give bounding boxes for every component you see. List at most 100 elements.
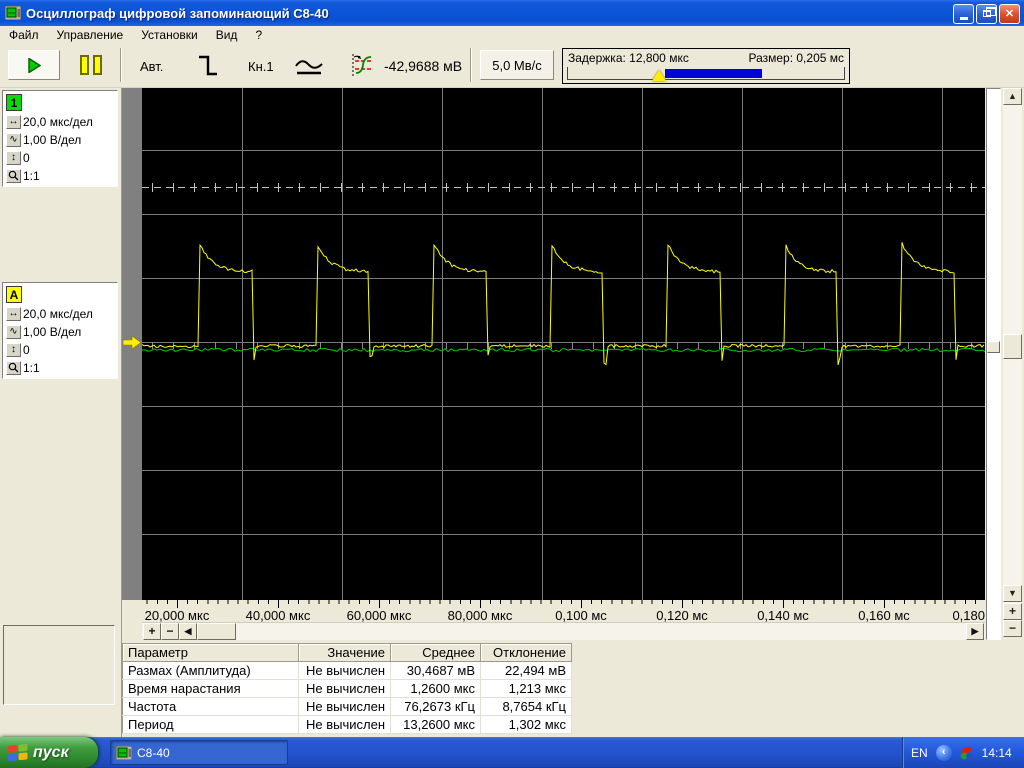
col-deviation: Отклонение — [480, 643, 572, 662]
scroll-up-icon[interactable]: ▲ — [1003, 88, 1022, 105]
param-mean: 76,2673 кГц — [390, 697, 481, 716]
run-button[interactable] — [8, 50, 60, 80]
record-window-bar[interactable] — [665, 69, 762, 78]
menu-settings[interactable]: Установки — [132, 27, 206, 43]
channel-1-timebase: 20,0 мкс/дел — [23, 115, 93, 129]
channel-1-volts: 1,00 В/дел — [23, 133, 82, 147]
param-deviation: 8,7654 кГц — [480, 697, 572, 716]
axis-tick-label: 80,000 мкс — [447, 608, 513, 622]
channel-1-zoom: 1:1 — [23, 169, 40, 183]
window-title: Осциллограф цифровой запоминающий С8-40 — [26, 5, 329, 21]
taskbar: пуск С8-40 EN ‹ 14:14 — [0, 737, 1024, 768]
vertical-zoom-out-button[interactable]: − — [1003, 620, 1022, 637]
axis-tick-label: 40,000 мкс — [245, 608, 311, 622]
table-row: Период Не вычислен 13,2600 мкс 1,302 мкс — [122, 715, 572, 734]
param-value: Не вычислен — [298, 697, 391, 716]
scroll-left-icon[interactable]: ◀ — [179, 623, 197, 640]
vertical-zoom-in-button[interactable]: + — [1003, 603, 1022, 620]
hide-icons-chevron-icon[interactable]: ‹ — [935, 744, 952, 761]
horizontal-scrollbar[interactable]: + − ◀ ▶ — [142, 622, 985, 640]
horizontal-scroll-thumb[interactable] — [197, 623, 236, 640]
vertical-slider-thumb[interactable] — [987, 341, 1000, 353]
channel-a-timebase: 20,0 мкс/дел — [23, 307, 93, 321]
delay-panel: Задержка: 12,800 мкс Размер: 0,205 мс — [562, 48, 850, 84]
offset-icon[interactable]: ↕ — [6, 343, 21, 357]
taskbar-app-button[interactable]: С8-40 — [110, 740, 288, 765]
taskbar-app-label: С8-40 — [137, 745, 170, 760]
param-name: Размах (Амплитуда) — [122, 661, 299, 680]
zoom-icon[interactable] — [6, 169, 21, 183]
menu-view[interactable]: Вид — [207, 27, 247, 43]
scroll-right-icon[interactable]: ▶ — [966, 623, 984, 640]
col-parameter: Параметр — [122, 643, 299, 662]
start-button[interactable]: пуск — [0, 737, 98, 768]
trigger-level-icon — [352, 54, 372, 76]
table-row: Частота Не вычислен 76,2673 кГц 8,7654 к… — [122, 697, 572, 716]
channel-a-offset: 0 — [23, 343, 30, 357]
channel-1-badge[interactable]: 1 — [6, 94, 22, 111]
restore-button[interactable] — [976, 4, 997, 24]
close-icon: ✕ — [1004, 8, 1015, 20]
menu-bar: Файл Управление Установки Вид ? — [0, 26, 1024, 43]
play-icon — [27, 57, 41, 73]
axis-tick-label: 20,000 мкс — [144, 608, 210, 622]
menu-help[interactable]: ? — [246, 27, 271, 43]
menu-file[interactable]: Файл — [0, 27, 48, 43]
close-button[interactable]: ✕ — [999, 4, 1020, 24]
restore-icon — [982, 7, 996, 17]
time-axis: 20,000 мкс 40,000 мкс 60,000 мкс 80,000 мкс… — [142, 600, 985, 622]
delay-marker-icon[interactable] — [652, 70, 666, 81]
app-icon — [116, 745, 132, 760]
col-mean: Среднее — [390, 643, 481, 662]
channel-1-panel: 1 ↔ 20,0 мкс/дел ∿ 1,00 В/дел ↕ 0 1:1 — [2, 90, 118, 187]
oscilloscope-display[interactable] — [141, 88, 986, 600]
title-bar[interactable]: Осциллограф цифровой запоминающий С8-40 … — [0, 0, 1024, 26]
app-icon — [5, 6, 21, 20]
delay-track[interactable] — [567, 67, 845, 81]
ac-coupling-icon — [295, 60, 323, 75]
volts-div-icon[interactable]: ∿ — [6, 325, 21, 339]
axis-tick-label: 0,100 мс — [555, 608, 607, 622]
toolbar-separator — [120, 48, 121, 82]
timebase-icon[interactable]: ↔ — [6, 307, 21, 321]
horizontal-zoom-out-button[interactable]: − — [161, 623, 179, 640]
horizontal-zoom-in-button[interactable]: + — [143, 623, 161, 640]
sample-rate-button[interactable]: 5,0 Мв/с — [480, 50, 554, 80]
menu-control[interactable]: Управление — [48, 27, 133, 43]
system-tray: EN ‹ 14:14 — [902, 737, 1024, 768]
channel-position-marker-icon[interactable] — [123, 335, 142, 350]
timebase-icon[interactable]: ↔ — [6, 115, 21, 129]
minimize-button[interactable] — [953, 4, 974, 24]
channel-1-offset: 0 — [23, 151, 30, 165]
pause-button[interactable] — [70, 50, 112, 80]
col-value: Значение — [298, 643, 391, 662]
vertical-scrollbar[interactable]: ▲ ▼ + − — [1003, 88, 1022, 637]
channel-a-badge[interactable]: A — [6, 286, 22, 303]
measurements-table: Параметр Значение Среднее Отклонение Раз… — [122, 643, 572, 734]
offset-icon[interactable]: ↕ — [6, 151, 21, 165]
language-indicator[interactable]: EN — [911, 746, 928, 760]
volts-div-icon[interactable]: ∿ — [6, 133, 21, 147]
table-row: Время нарастания Не вычислен 1,2600 мкс … — [122, 679, 572, 698]
param-name: Частота — [122, 697, 299, 716]
scroll-down-icon[interactable]: ▼ — [1003, 585, 1022, 602]
param-name: Время нарастания — [122, 679, 299, 698]
clock: 14:14 — [981, 745, 1012, 760]
falling-edge-icon — [199, 55, 217, 76]
param-mean: 13,2600 мкс — [390, 715, 481, 734]
param-mean: 30,4687 мВ — [390, 661, 481, 680]
tray-app-icon[interactable] — [958, 744, 975, 761]
param-mean: 1,2600 мкс — [390, 679, 481, 698]
zoom-icon[interactable] — [6, 361, 21, 375]
param-deviation: 22,494 мВ — [480, 661, 572, 680]
toolbar-separator — [470, 48, 471, 82]
param-value: Не вычислен — [298, 715, 391, 734]
info-box — [3, 625, 115, 705]
desktop: Осциллограф цифровой запоминающий С8-40 … — [0, 0, 1024, 768]
toolbar: Авт. Кн.1 -42,9688 мВ 5,0 Мв/с Задержка:… — [0, 43, 1024, 88]
vertical-scroll-thumb[interactable] — [1003, 334, 1022, 359]
record-size-label: Размер: 0,205 мс — [748, 51, 844, 65]
trigger-source-label: Кн.1 — [248, 59, 274, 74]
vertical-position-slider[interactable] — [986, 88, 1001, 640]
param-deviation: 1,213 мкс — [480, 679, 572, 698]
